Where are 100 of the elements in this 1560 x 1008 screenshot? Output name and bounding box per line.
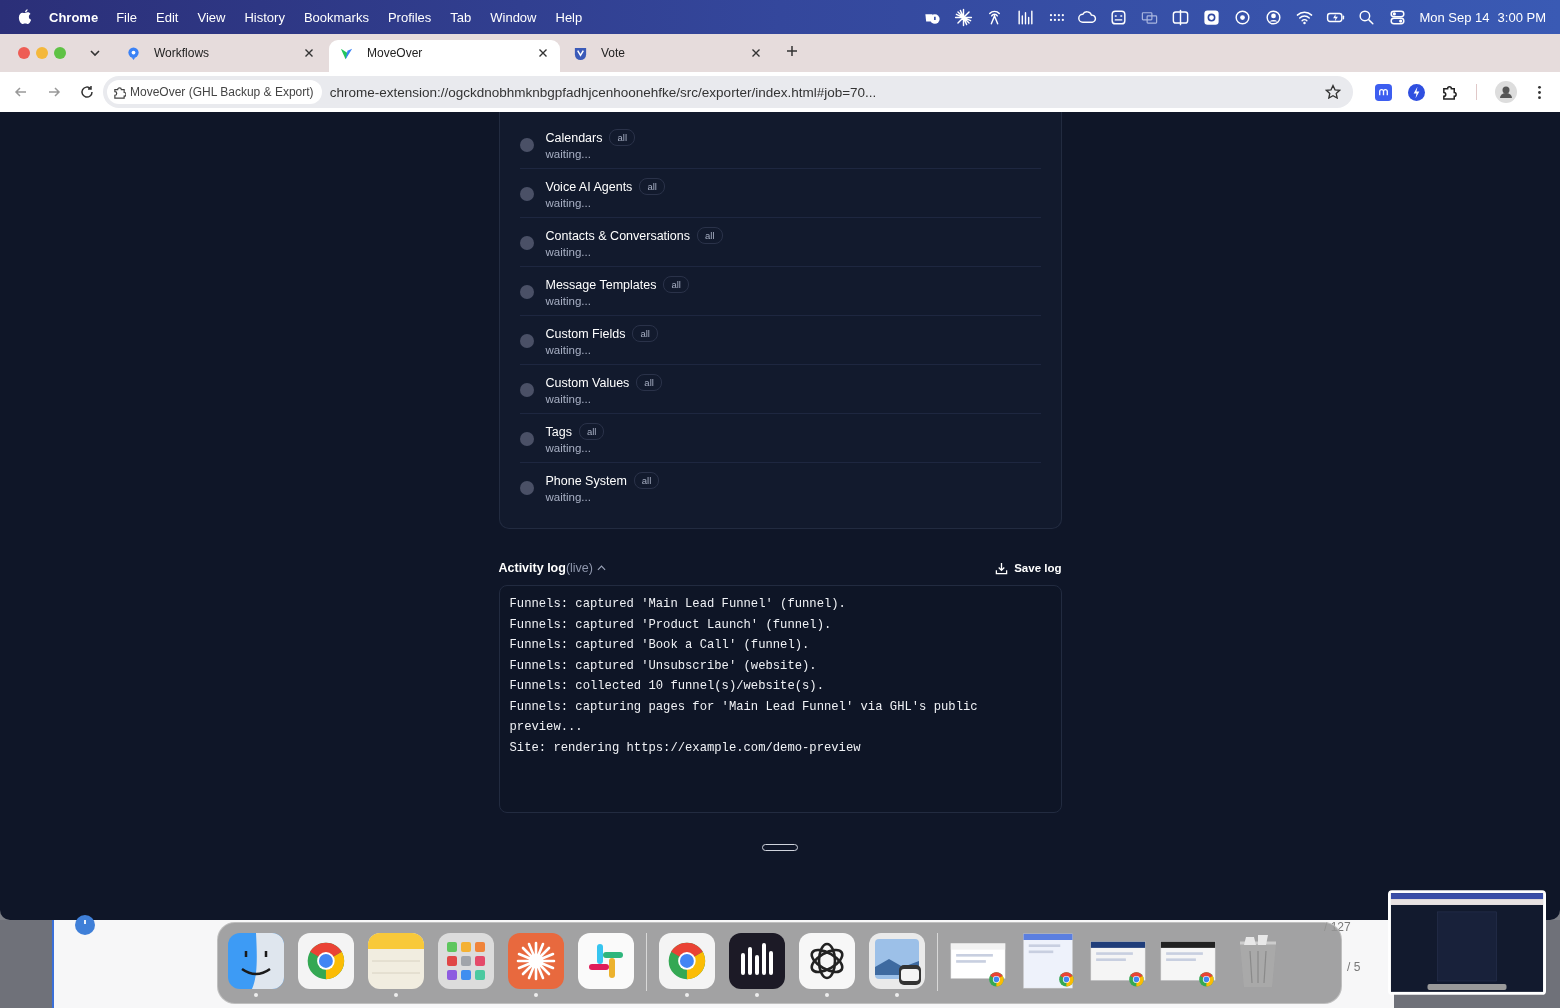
scope-badge: all — [578, 423, 605, 440]
menu-item[interactable]: History — [244, 9, 285, 25]
puzzle-icon — [113, 85, 126, 99]
browser-tab[interactable]: MoveOver — [329, 40, 560, 72]
log-title: Activity log — [498, 561, 566, 575]
scope-badge: all — [632, 325, 658, 342]
scope-badge: all — [639, 178, 665, 195]
window-thumbnail[interactable] — [1020, 933, 1076, 989]
scope-badge: all — [697, 227, 723, 244]
log-line: Funnels: captured 'Product Launch' (funnel). — [509, 616, 833, 634]
extension-icon[interactable] — [1375, 83, 1392, 101]
live-label: (live) — [565, 561, 593, 575]
apple-logo-icon[interactable] — [18, 9, 32, 25]
scope-badge: all — [663, 276, 689, 293]
screenshot-thumbnail[interactable] — [1388, 890, 1546, 995]
status-dot — [519, 186, 534, 201]
status-dot — [519, 480, 534, 495]
download-icon — [995, 561, 1009, 575]
menu-item[interactable]: Edit — [156, 9, 179, 25]
chevron-up-icon[interactable] — [596, 565, 606, 571]
scope-badge: all — [633, 472, 660, 489]
audio-bars-icon[interactable] — [729, 933, 785, 989]
launchpad-icon[interactable] — [438, 933, 494, 989]
app-menu[interactable]: Chrome — [49, 9, 99, 25]
tab-search-caret-icon[interactable] — [89, 49, 101, 57]
close-tab-icon[interactable] — [538, 48, 548, 58]
job-status: waiting... — [545, 295, 592, 307]
menu-item[interactable]: Bookmarks — [303, 9, 369, 25]
job-name: Voice AI Agents — [545, 179, 633, 194]
menu-item[interactable]: File — [116, 9, 138, 25]
running-indicator — [254, 993, 258, 997]
scope-badge: all — [636, 374, 662, 391]
split-view-icon[interactable] — [1171, 7, 1191, 27]
chrome-icon[interactable] — [298, 933, 354, 989]
address-bar[interactable]: MoveOver (GHL Backup & Export) chrome-extension://ogckdnobhmknbgpfadhjcenhoonehfke/src/exporter/index.html#job=70... — [103, 76, 1353, 108]
menu-item[interactable]: Profiles — [387, 9, 432, 25]
job-name: Tags — [545, 424, 572, 439]
menu-item[interactable]: View — [197, 9, 226, 25]
log-line: Funnels: captured 'Unsubscribe' (website). — [509, 657, 818, 675]
running-indicator — [534, 993, 538, 997]
running-indicator — [685, 993, 689, 997]
status-dot — [519, 333, 534, 348]
site-chip[interactable]: MoveOver (GHL Backup & Export) — [107, 80, 322, 104]
log-line: Funnels: captured 'Main Lead Funnel' (funnel). — [509, 596, 847, 613]
favicon-icon — [573, 45, 588, 61]
page-count: / 5 — [1347, 960, 1361, 974]
status-dot — [519, 137, 534, 152]
finder-icon[interactable] — [228, 933, 284, 989]
close-tab-icon[interactable] — [304, 48, 314, 58]
scope-badge: all — [609, 129, 635, 146]
job-status: waiting... — [545, 442, 592, 454]
job-name: Phone System — [545, 473, 627, 488]
status-dot — [519, 235, 534, 250]
reload-icon[interactable] — [79, 84, 95, 100]
browser-tab[interactable]: Workflows — [116, 40, 326, 72]
chip-icon[interactable] — [1202, 7, 1222, 27]
browser-tab[interactable]: Vote — [563, 40, 773, 72]
close-tab-icon[interactable] — [751, 48, 761, 58]
job-status: waiting... — [545, 344, 592, 356]
menu-item[interactable]: Window — [490, 9, 537, 25]
new-tab-icon[interactable] — [786, 45, 798, 57]
job-name: Message Templates — [545, 277, 657, 292]
site-name: MoveOver (GHL Backup & Export) — [130, 85, 314, 99]
log-line: Funnels: collected 10 funnel(s)/website(s). — [509, 678, 825, 695]
chrome-icon[interactable] — [659, 933, 715, 989]
url-text: chrome-extension://ogckdnobhmknbgpfadhjcenhoonehfke/src/exporter/index.html#job=70... — [329, 84, 877, 100]
running-indicator — [895, 993, 899, 997]
extensions-icon[interactable] — [1441, 83, 1458, 101]
running-indicator — [394, 993, 398, 997]
status-dot — [519, 382, 534, 397]
log-line: Funnels: captured 'Book a Call' (funnel). — [509, 637, 811, 654]
job-name: Custom Values — [545, 375, 630, 390]
job-name: Contacts & Conversations — [545, 228, 690, 243]
job-status: waiting... — [545, 491, 592, 503]
favicon-icon — [126, 45, 141, 61]
record-icon[interactable] — [1233, 7, 1253, 27]
robot-icon[interactable] — [1109, 7, 1129, 27]
job-name: Custom Fields — [545, 326, 626, 341]
pinwheel-icon[interactable] — [578, 933, 634, 989]
status-dot — [519, 431, 534, 446]
menu-bar-time[interactable]: 3:00 PM — [1497, 9, 1546, 25]
starburst-icon[interactable] — [508, 933, 564, 989]
bolt-icon[interactable] — [1408, 83, 1425, 101]
running-indicator — [755, 993, 759, 997]
sparkle-icon[interactable] — [954, 7, 974, 27]
log-line: Funnels: capturing pages for 'Main Lead Funnel' via GHL's public preview... — [509, 698, 979, 736]
job-status: waiting... — [545, 148, 592, 160]
menu-bar-date[interactable]: Mon Sep 14 — [1419, 9, 1490, 25]
user-circle-icon[interactable] — [1264, 7, 1284, 27]
bookmark-star-icon[interactable] — [1325, 84, 1341, 100]
profile-avatar-icon[interactable] — [1495, 81, 1517, 103]
job-status: waiting... — [545, 197, 592, 209]
knot-icon[interactable] — [799, 933, 855, 989]
photo-viewer-icon[interactable] — [869, 933, 925, 989]
save-log-button[interactable]: Save log — [995, 561, 1062, 575]
menu-item[interactable]: Tab — [450, 9, 472, 25]
running-indicator — [825, 993, 829, 997]
job-status: waiting... — [545, 246, 592, 258]
log-line: Site: rendering https://example.com/demo-preview — [509, 739, 862, 757]
menu-item[interactable]: Help — [555, 9, 583, 25]
